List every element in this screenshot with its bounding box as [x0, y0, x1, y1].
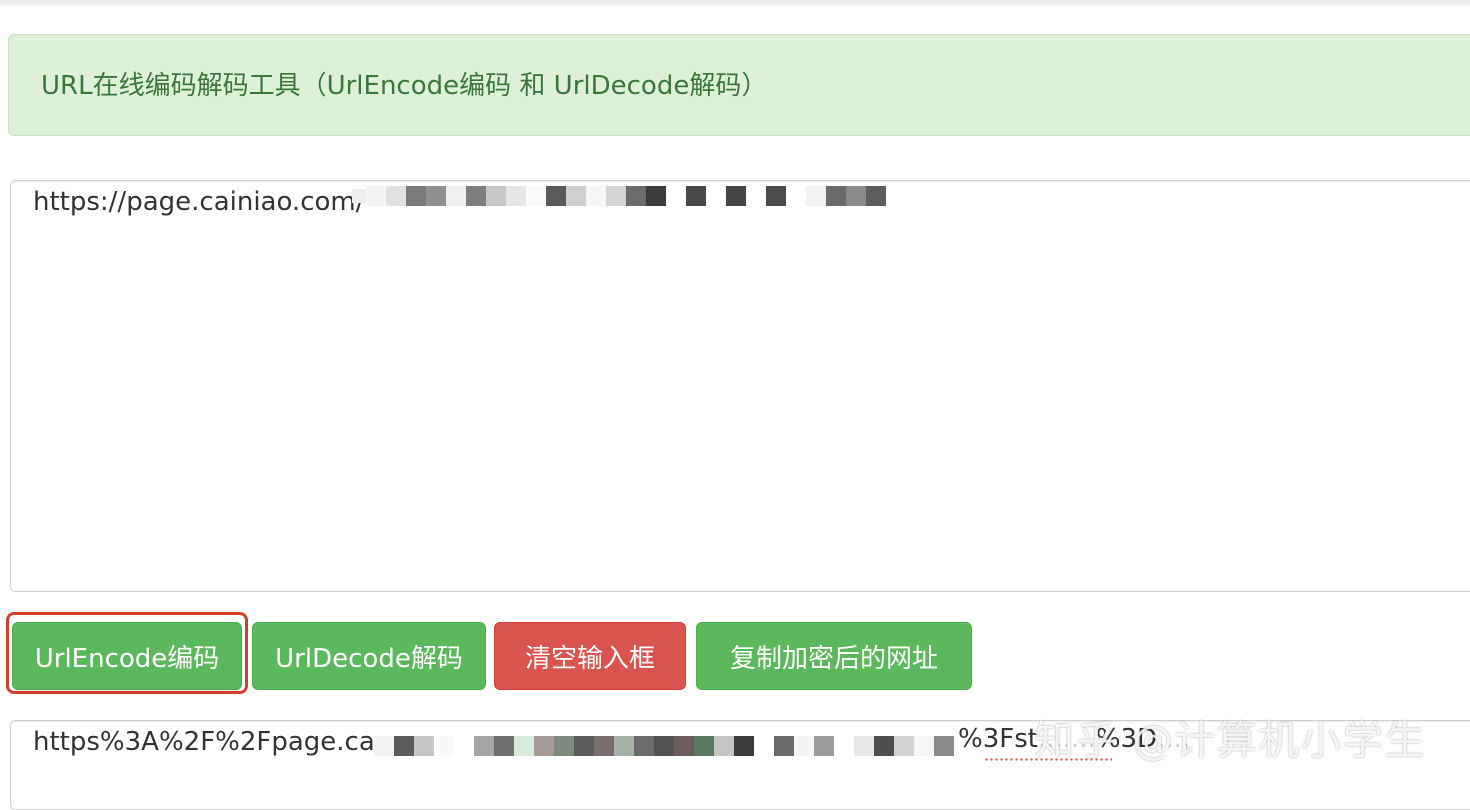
urldecode-button[interactable]: UrlDecode解码 [252, 622, 486, 690]
top-bar [0, 0, 1470, 6]
tool-header-panel: URL在线编码解码工具（UrlEncode编码 和 UrlDecode解码） [8, 34, 1470, 136]
page-title: URL在线编码解码工具（UrlEncode编码 和 UrlDecode解码） [41, 71, 768, 101]
url-input-textarea[interactable]: https://page.cainiao.com/ [10, 180, 1470, 592]
input-redaction-mosaic [352, 186, 886, 206]
output-redaction-mosaic [374, 736, 954, 756]
output-text: https%3A%2F%2Fpage.ca [33, 727, 375, 757]
copy-encoded-url-button[interactable]: 复制加密后的网址 [696, 622, 972, 690]
urlencode-button[interactable]: UrlEncode编码 [12, 622, 242, 690]
zhihu-watermark: 知乎 @计算机小学生 [1034, 718, 1427, 764]
clear-input-button[interactable]: 清空输入框 [494, 622, 686, 690]
input-text: https://page.cainiao.com/ [33, 187, 365, 217]
